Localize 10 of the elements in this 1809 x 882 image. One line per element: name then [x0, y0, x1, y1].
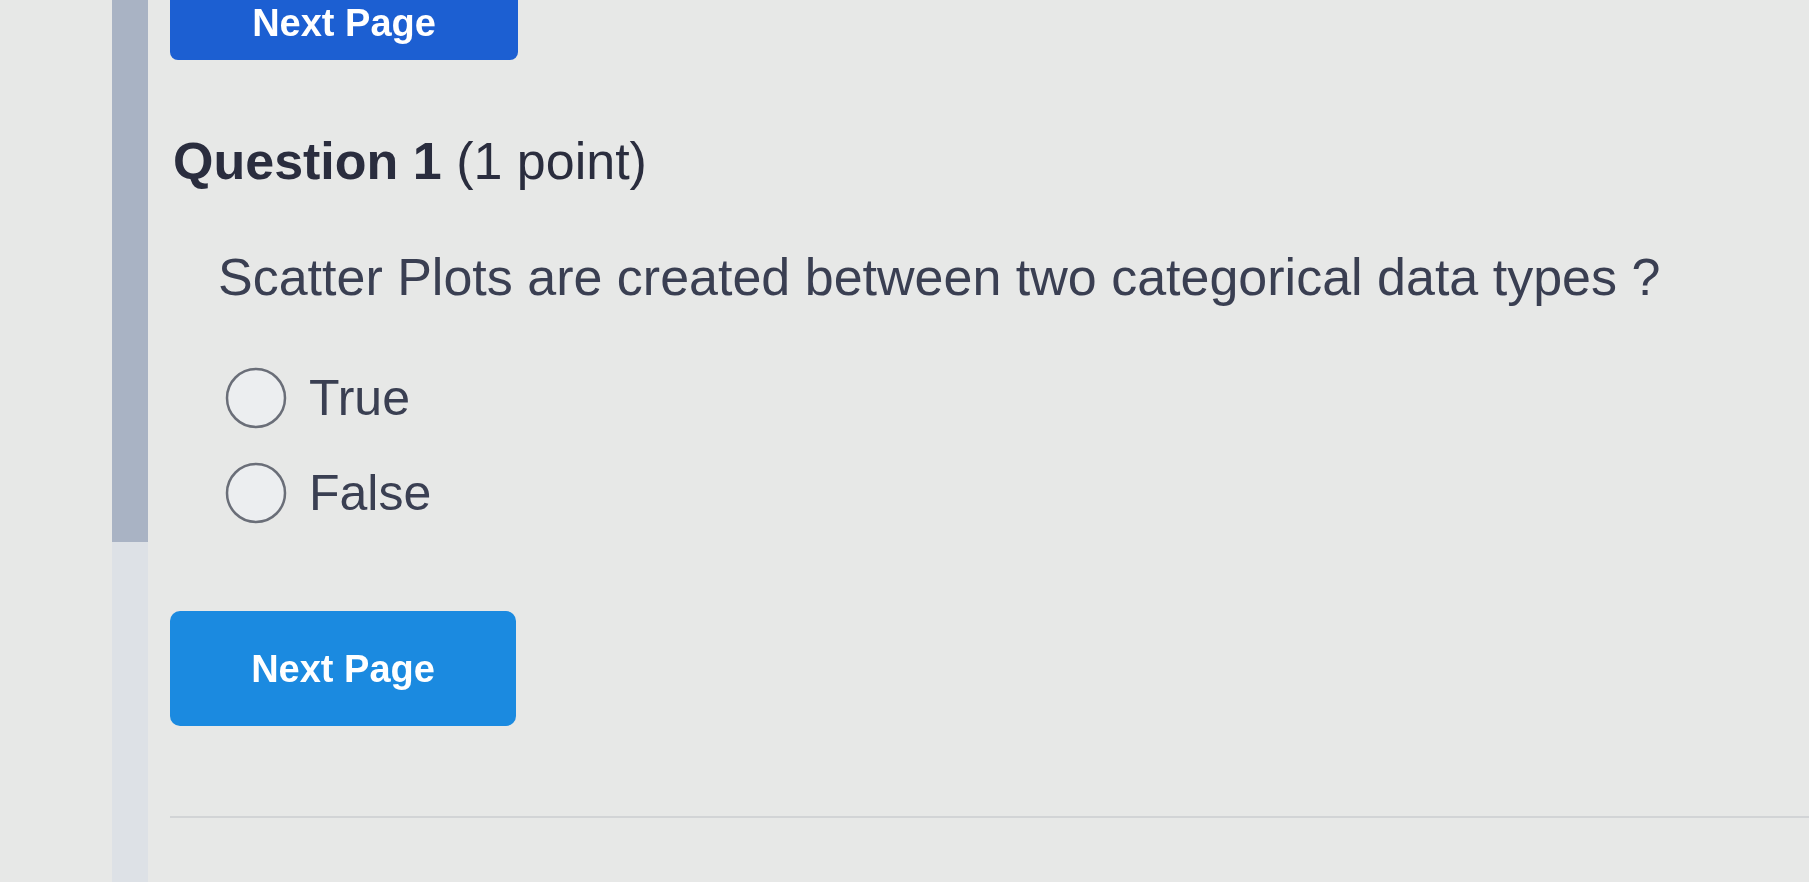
answer-option[interactable]: True — [225, 367, 410, 429]
option-label: False — [309, 464, 432, 523]
question-text: Scatter Plots are created between two categorical data types ? — [218, 247, 1661, 308]
answer-option[interactable]: False — [225, 462, 432, 524]
option-label: True — [309, 369, 410, 428]
radio-icon[interactable] — [225, 462, 287, 524]
next-page-button[interactable]: Next Page — [170, 0, 518, 60]
radio-icon[interactable] — [225, 367, 287, 429]
question-title: Question 1 (1 point) — [173, 131, 647, 192]
next-page-button[interactable]: Next Page — [170, 611, 516, 726]
